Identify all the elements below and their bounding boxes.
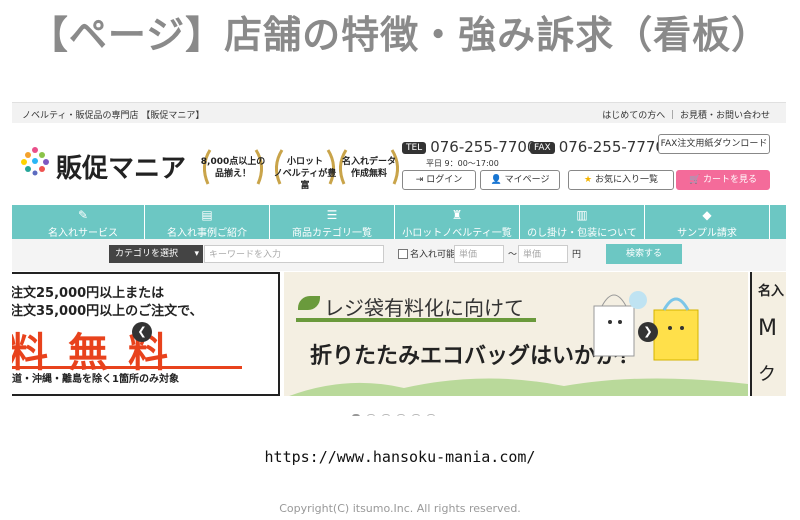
top-bar: ノベルティ・販促品の専門店 【販促マニア】 はじめての方へ ｜ お見積・お問い合…: [12, 102, 786, 123]
logo-text: 販促マニア: [56, 154, 187, 184]
carousel-prev-icon[interactable]: ❮: [132, 322, 152, 342]
chevron-down-icon: ▾: [194, 249, 199, 259]
carousel-dot[interactable]: [412, 414, 420, 416]
copyright: Copyright(C) itsumo.Inc. All rights rese…: [279, 502, 521, 515]
gift-icon: ▥: [576, 208, 588, 222]
keyword-input[interactable]: キーワードを入力: [204, 245, 384, 263]
search-button[interactable]: 検索する: [606, 244, 682, 264]
fax-label: FAX: [530, 141, 555, 154]
star-icon: ★: [584, 175, 595, 185]
hills-illustration: [289, 378, 748, 396]
box-icon: ◆: [702, 208, 712, 222]
shop-tagline: ノベルティ・販促品の専門店 【販促マニア】: [22, 111, 205, 121]
tel-label: TEL: [402, 141, 427, 154]
user-icon: 👤: [490, 175, 505, 185]
badge-assortment: 8,000点以上の 品揃え！: [198, 144, 268, 188]
nav-item-naire-service[interactable]: ✎ 名入れサービス: [22, 205, 145, 239]
brush-icon: ✎: [77, 208, 89, 222]
carousel-dots: [352, 407, 442, 416]
carousel-dot[interactable]: [397, 414, 405, 416]
carousel-dot[interactable]: [367, 414, 375, 416]
mypage-button[interactable]: 👤 マイページ: [480, 170, 560, 190]
nameable-label: 名入れ可能: [410, 250, 456, 260]
document-icon: ▤: [201, 208, 213, 222]
price-max-input[interactable]: 単価: [518, 245, 568, 263]
nav-item-wrapping[interactable]: ▥ のし掛け・包装について: [520, 205, 645, 239]
cart-icon: 🛒: [688, 175, 704, 185]
tshirt-icon: ♜: [451, 208, 463, 222]
eco-bag-illustration: [593, 291, 699, 361]
nav-item-sample[interactable]: ◆ サンプル請求: [645, 205, 770, 239]
logo-mark-icon: [21, 147, 49, 176]
price-min-input[interactable]: 単価: [454, 245, 504, 263]
fax-number: FAX 076-255-7770: [530, 138, 665, 156]
banner-eco-bag[interactable]: レジ袋有料化に向けて 折りたたみエコバッグはいかが？: [284, 272, 748, 396]
search-bar: カテゴリを選択 ▾ キーワードを入力 名入れ可能 単価 ～ 単価 円 検索する: [12, 239, 786, 271]
list-icon: ☰: [326, 208, 338, 222]
badge-small-lot: 小ロット ノベルティが豊富: [270, 144, 340, 191]
banner-stripe: [12, 366, 242, 369]
fax-form-download-button[interactable]: FAX注文用紙ダウンロード: [658, 134, 770, 154]
business-hours: 平日 9：00～17:00: [426, 159, 499, 168]
leaf-icon: [298, 296, 320, 310]
site-header: 販促マニア 8,000点以上の 品揃え！ 小ロット ノベルティが豊富 名入れデータ作…: [12, 122, 786, 204]
website-screenshot: ノベルティ・販促品の専門店 【販促マニア】 はじめての方へ ｜ お見積・お問い合…: [12, 102, 786, 416]
login-button[interactable]: ⇥ ログイン: [402, 170, 476, 190]
banner-next-preview[interactable]: 名入 M ク: [750, 272, 786, 396]
nav-item-categories[interactable]: ☰ 商品カテゴリ一覧: [270, 205, 395, 239]
carousel-dot[interactable]: [352, 414, 360, 416]
nav-item-small-lot[interactable]: ♜ 小ロットノベルティ一覧: [395, 205, 520, 239]
slide-title: 【ページ】店舗の特徴・強み訴求（看板）: [29, 13, 771, 57]
banner-carousel: 注文25,000円以上または 注文35,000円以上のご注文で、 料無料 道・沖…: [12, 272, 786, 400]
top-links[interactable]: はじめての方へ ｜ お見積・お問い合わせ: [602, 108, 770, 121]
nameable-checkbox[interactable]: [398, 249, 408, 259]
carousel-next-icon[interactable]: ❯: [638, 322, 658, 342]
login-icon: ⇥: [415, 175, 427, 185]
underline: [296, 318, 536, 322]
main-nav: ✎ 名入れサービス ▤ 名入れ事例ご紹介 ☰ 商品カテゴリ一覧 ♜ 小ロットノベルティ一…: [12, 205, 786, 239]
carousel-dot[interactable]: [427, 414, 435, 416]
site-url[interactable]: https://www.hansoku-mania.com/: [0, 448, 800, 466]
category-select[interactable]: カテゴリを選択 ▾: [109, 245, 203, 263]
carousel-dot[interactable]: [382, 414, 390, 416]
cart-button[interactable]: 🛒 カートを見る: [676, 170, 770, 190]
tel-number[interactable]: TEL 076-255-7700: [402, 138, 536, 156]
favorites-button[interactable]: ★ お気に入り一覧: [568, 170, 674, 190]
yen-label: 円: [572, 250, 582, 260]
badge-free-data: 名入れデータ 作成無料: [334, 144, 404, 188]
range-separator: ～: [508, 250, 518, 260]
nav-item-examples[interactable]: ▤ 名入れ事例ご紹介: [145, 205, 270, 239]
site-logo[interactable]: 販促マニア: [20, 144, 190, 184]
